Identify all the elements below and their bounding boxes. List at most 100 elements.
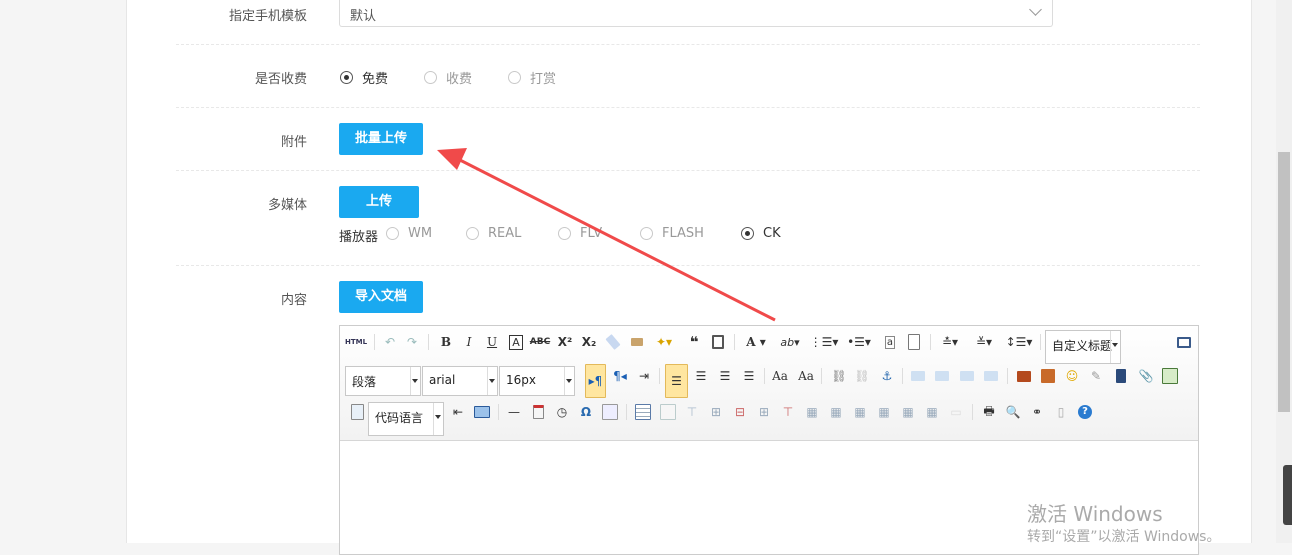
delete-table-icon[interactable] — [658, 402, 678, 422]
code-language-select[interactable]: 代码语言 — [368, 402, 444, 436]
rtl-icon[interactable]: ¶◂ — [610, 366, 630, 386]
toolbar-separator — [374, 334, 375, 350]
merge-down-icon[interactable]: ▦ — [850, 402, 870, 422]
date-icon[interactable] — [528, 402, 548, 422]
font-color-icon[interactable]: A ▾ — [742, 332, 770, 352]
media-upload-button[interactable]: 上传 — [339, 186, 419, 218]
caret-down-icon — [566, 379, 572, 383]
fullscreen-icon[interactable] — [1174, 332, 1194, 352]
italic-icon[interactable]: I — [459, 332, 479, 352]
paste-plain-icon[interactable] — [708, 332, 728, 352]
ordered-list-icon[interactable]: ⋮☰▾ — [810, 332, 839, 352]
uppercase-icon[interactable]: Aa — [770, 366, 790, 386]
delete-row-icon[interactable]: ⊟ — [730, 402, 750, 422]
lowercase-icon[interactable]: Aa — [796, 366, 816, 386]
image-none-icon[interactable] — [908, 366, 928, 386]
split-cols-icon[interactable]: ▦ — [922, 402, 942, 422]
radio-player-flash[interactable]: FLASH — [640, 226, 704, 241]
align-left-icon[interactable]: ☰ — [665, 364, 688, 398]
custom-heading-select[interactable]: 自定义标题 — [1045, 330, 1121, 364]
image-left-icon[interactable] — [932, 366, 952, 386]
ltr-icon[interactable]: ▸¶ — [585, 364, 606, 398]
anchor-icon[interactable]: ⚓ — [877, 366, 897, 386]
insert-row-icon[interactable]: ⊞ — [706, 402, 726, 422]
search-replace-icon[interactable]: ⚭ — [1027, 402, 1047, 422]
insert-col-icon[interactable]: ⊞ — [754, 402, 774, 422]
radio-free[interactable]: 免费 — [340, 68, 388, 87]
import-document-button[interactable]: 导入文档 — [339, 281, 423, 313]
attachment-icon[interactable]: 📎 — [1136, 366, 1156, 386]
font-family-value: arial — [429, 373, 456, 387]
mobile-template-select[interactable]: 默认 — [339, 0, 1053, 27]
page-layout-icon[interactable] — [472, 402, 492, 422]
redo-icon[interactable]: ↷ — [402, 332, 422, 352]
row-spacing-bottom-icon[interactable]: ≚▾ — [970, 332, 998, 352]
split-rows-icon[interactable]: ▦ — [898, 402, 918, 422]
image-right-icon[interactable] — [957, 366, 977, 386]
insert-video-icon[interactable] — [1111, 366, 1131, 386]
multi-image-icon[interactable] — [1038, 366, 1058, 386]
attachment-label: 附件 — [280, 135, 307, 150]
radio-player-ck[interactable]: CK — [741, 226, 781, 241]
blockquote-icon[interactable]: ❝ — [684, 332, 704, 352]
link-icon[interactable]: ⛓ — [828, 366, 850, 386]
insert-table-icon[interactable] — [633, 402, 653, 422]
delete-col-icon[interactable]: ⊤ — [778, 402, 798, 422]
preview-icon[interactable]: 🔍 — [1003, 402, 1023, 422]
font-family-select[interactable]: arial — [422, 366, 498, 396]
special-char-icon[interactable]: Ω — [576, 402, 596, 422]
radio-player-wm[interactable]: WM — [386, 226, 432, 241]
eraser-icon[interactable] — [603, 332, 623, 352]
indent-icon[interactable]: ⇥ — [634, 366, 654, 386]
format-painter-icon[interactable] — [627, 332, 647, 352]
radio-tip[interactable]: 打赏 — [508, 68, 556, 87]
radio-paid[interactable]: 收费 — [424, 68, 472, 87]
unordered-list-icon[interactable]: •☰▾ — [844, 332, 874, 352]
image-center-icon[interactable] — [981, 366, 1001, 386]
horizontal-rule-icon[interactable]: — — [504, 402, 524, 422]
merge-cells-icon[interactable]: ▦ — [802, 402, 822, 422]
align-justify-icon[interactable]: ☰ — [739, 366, 759, 386]
time-icon[interactable]: ◷ — [552, 402, 572, 422]
template-icon[interactable] — [1160, 366, 1180, 386]
paragraph-select[interactable]: 段落 — [345, 366, 421, 396]
row-spacing-top-icon[interactable]: ≛▾ — [936, 332, 964, 352]
unlink-icon[interactable]: ⛓ — [852, 366, 872, 386]
print-icon[interactable]: 🖶 — [979, 402, 999, 422]
radio-player-flv-label: FLV — [580, 226, 603, 241]
chart-icon[interactable]: ▭ — [946, 402, 966, 422]
undo-icon[interactable]: ↶ — [380, 332, 400, 352]
page-break-icon[interactable]: ⇤ — [448, 402, 468, 422]
toolbar-separator — [734, 334, 735, 350]
scrawl-icon[interactable]: ✎ — [1086, 366, 1106, 386]
font-size-select[interactable]: 16px — [499, 366, 575, 396]
emoticon-icon[interactable]: ☺ — [1062, 366, 1082, 386]
insert-image-icon[interactable] — [1014, 366, 1034, 386]
drafts-icon[interactable]: ▯ — [1051, 402, 1071, 422]
snapscreen-icon[interactable] — [600, 402, 620, 422]
line-height-icon[interactable]: ↕☰▾ — [1004, 332, 1034, 352]
batch-upload-button[interactable]: 批量上传 — [339, 123, 423, 155]
font-border-icon[interactable]: A — [506, 332, 526, 352]
split-cells-icon[interactable]: ▦ — [874, 402, 894, 422]
strikethrough-icon[interactable]: ABC — [529, 332, 551, 352]
radio-player-flv[interactable]: FLV — [558, 226, 602, 241]
align-right-icon[interactable]: ☰ — [715, 366, 735, 386]
map-icon[interactable] — [348, 402, 366, 422]
link-anchor-icon[interactable]: a — [880, 332, 900, 352]
help-icon[interactable]: ? — [1075, 402, 1095, 422]
subscript-icon[interactable]: X₂ — [579, 332, 599, 352]
combo-divider — [564, 367, 565, 395]
auto-format-icon[interactable]: ✦▾ — [651, 332, 677, 352]
align-center-icon[interactable]: ☰ — [691, 366, 711, 386]
scrollbar-thumb[interactable] — [1278, 152, 1290, 412]
clear-doc-icon[interactable] — [904, 332, 924, 352]
bold-icon[interactable]: B — [436, 332, 456, 352]
underline-icon[interactable]: U — [482, 332, 502, 352]
html-source-button[interactable]: HTML — [344, 332, 368, 352]
superscript-icon[interactable]: X² — [555, 332, 575, 352]
highlight-color-icon[interactable]: ab▾ — [776, 332, 804, 352]
radio-player-real[interactable]: REAL — [466, 226, 521, 241]
insert-paragraph-before-table-icon[interactable]: ⊤ — [682, 402, 702, 422]
merge-right-icon[interactable]: ▦ — [826, 402, 846, 422]
